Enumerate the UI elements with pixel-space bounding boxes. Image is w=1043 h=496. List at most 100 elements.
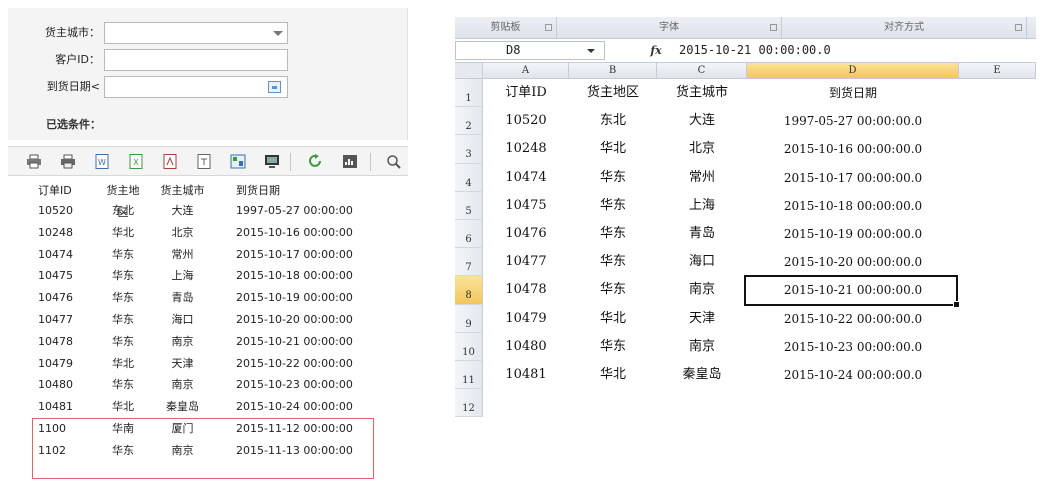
customer-field[interactable]: [104, 49, 288, 71]
row-header[interactable]: 11: [455, 361, 483, 390]
sheet-cell[interactable]: 秦皇岛: [657, 361, 747, 389]
sheet-cell[interactable]: 南京: [657, 333, 747, 361]
dialog-launcher-icon[interactable]: [545, 24, 552, 31]
sheet-cell[interactable]: 10476: [483, 220, 569, 248]
zoom-icon[interactable]: [386, 154, 402, 169]
sheet-cell[interactable]: 华东: [569, 248, 657, 276]
sheet-cell[interactable]: 华东: [569, 164, 657, 192]
row-header[interactable]: 10: [455, 332, 483, 361]
insert-function-button[interactable]: fx: [645, 41, 667, 60]
report-row: 10474 华东 常州 2015-10-17 00:00:00: [8, 244, 408, 266]
ribbon-group-clipboard[interactable]: 剪贴板: [455, 17, 557, 39]
sheet-row: 10474 华东 常州 2015-10-17 00:00:00.0: [483, 164, 1036, 192]
sheet-cell[interactable]: 2015-10-24 00:00:00.0: [747, 361, 959, 389]
date-input[interactable]: [105, 77, 287, 97]
ribbon-group-alignment[interactable]: 对齐方式: [782, 17, 1027, 39]
sheet-cell[interactable]: 华东: [569, 276, 657, 304]
report-cell: 10479: [38, 356, 73, 370]
sheet-cell[interactable]: 10479: [483, 305, 569, 333]
sheet-cell[interactable]: 北京: [657, 135, 747, 163]
column-header-d[interactable]: D: [747, 63, 959, 79]
sheet-cell[interactable]: 订单ID: [483, 79, 569, 107]
name-box[interactable]: D8: [455, 41, 605, 60]
row-header[interactable]: 8: [455, 276, 483, 305]
sheet-cell[interactable]: 货主城市: [657, 79, 747, 107]
calendar-icon[interactable]: [268, 81, 281, 93]
dialog-launcher-icon[interactable]: [770, 24, 777, 31]
print-icon[interactable]: [26, 154, 42, 169]
export-image-icon[interactable]: [230, 154, 246, 169]
sheet-cell[interactable]: 大连: [657, 107, 747, 135]
row-header[interactable]: 1: [455, 79, 483, 108]
sheet-cell[interactable]: 10480: [483, 333, 569, 361]
chevron-down-icon[interactable]: [273, 31, 283, 36]
customer-input[interactable]: [105, 50, 287, 70]
sheet-cell[interactable]: 上海: [657, 192, 747, 220]
city-select[interactable]: [104, 22, 288, 44]
sheet-cell[interactable]: 1997-05-27 00:00:00.0: [747, 107, 959, 135]
date-field[interactable]: [104, 76, 288, 98]
row-header[interactable]: 5: [455, 191, 483, 220]
export-pdf-icon[interactable]: [162, 154, 178, 169]
report-cell: 2015-10-21 00:00:00: [236, 334, 353, 348]
sheet-cell[interactable]: 天津: [657, 305, 747, 333]
report-cell: 2015-10-18 00:00:00: [236, 269, 353, 283]
sheet-row: 订单ID 货主地区 货主城市 到货日期: [483, 79, 1036, 107]
report-icon[interactable]: [342, 154, 358, 169]
sheet-cell[interactable]: 南京: [657, 276, 747, 304]
chevron-down-icon[interactable]: [587, 49, 595, 53]
sheet-cell[interactable]: 华北: [569, 135, 657, 163]
column-header-b[interactable]: B: [569, 63, 657, 79]
row-header[interactable]: 4: [455, 163, 483, 192]
report-cell: 10480: [38, 378, 73, 392]
row-header[interactable]: 7: [455, 248, 483, 277]
ribbon-group-label: 剪贴板: [490, 22, 521, 33]
select-all-corner[interactable]: [455, 63, 483, 79]
print-preview-icon[interactable]: [60, 154, 76, 169]
active-cell-selection[interactable]: [744, 275, 960, 308]
row-header[interactable]: 9: [455, 304, 483, 333]
sheet-cell[interactable]: 华东: [569, 333, 657, 361]
sheet-cell[interactable]: 10474: [483, 164, 569, 192]
sheet-cell[interactable]: 华东: [569, 220, 657, 248]
row-header[interactable]: 3: [455, 135, 483, 164]
sheet-cell[interactable]: 2015-10-18 00:00:00.0: [747, 192, 959, 220]
sheet-cell[interactable]: 10481: [483, 361, 569, 389]
sheet-cell[interactable]: 2015-10-22 00:00:00.0: [747, 305, 959, 333]
sheet-cell[interactable]: 10477: [483, 248, 569, 276]
refresh-icon[interactable]: [308, 154, 324, 169]
sheet-cell[interactable]: 青岛: [657, 220, 747, 248]
city-select-input[interactable]: [105, 23, 287, 43]
column-header-e[interactable]: E: [959, 63, 1036, 79]
sheet-cell[interactable]: 华北: [569, 305, 657, 333]
sheet-cell[interactable]: 2015-10-23 00:00:00.0: [747, 333, 959, 361]
row-header[interactable]: 6: [455, 220, 483, 249]
ribbon-group-font[interactable]: 字体: [557, 17, 782, 39]
column-header-a[interactable]: A: [483, 63, 569, 79]
sheet-cell[interactable]: 常州: [657, 164, 747, 192]
sheet-cell[interactable]: 2015-10-16 00:00:00.0: [747, 135, 959, 163]
sheet-cell[interactable]: 2015-10-17 00:00:00.0: [747, 164, 959, 192]
sheet-cell[interactable]: 10520: [483, 107, 569, 135]
sheet-cell[interactable]: 货主地区: [569, 79, 657, 107]
formula-input[interactable]: 2015-10-21 00:00:00.0: [675, 41, 1033, 60]
screen-icon[interactable]: [264, 154, 280, 169]
column-header-c[interactable]: C: [657, 63, 747, 79]
export-word-icon[interactable]: W: [94, 154, 110, 169]
dialog-launcher-icon[interactable]: [1015, 24, 1022, 31]
report-cell: 北京: [171, 225, 194, 239]
row-header[interactable]: 12: [455, 389, 483, 418]
sheet-cell[interactable]: 2015-10-19 00:00:00.0: [747, 220, 959, 248]
sheet-cell[interactable]: 海口: [657, 248, 747, 276]
sheet-cell[interactable]: 到货日期: [747, 79, 959, 107]
sheet-cell[interactable]: 10248: [483, 135, 569, 163]
sheet-cell[interactable]: 2015-10-20 00:00:00.0: [747, 248, 959, 276]
sheet-cell[interactable]: 10478: [483, 276, 569, 304]
sheet-cell[interactable]: 华东: [569, 192, 657, 220]
sheet-cell[interactable]: 东北: [569, 107, 657, 135]
sheet-cell[interactable]: 10475: [483, 192, 569, 220]
row-header[interactable]: 2: [455, 107, 483, 136]
export-excel-icon[interactable]: X: [128, 154, 144, 169]
sheet-cell[interactable]: 华北: [569, 361, 657, 389]
export-text-icon[interactable]: [196, 154, 212, 169]
